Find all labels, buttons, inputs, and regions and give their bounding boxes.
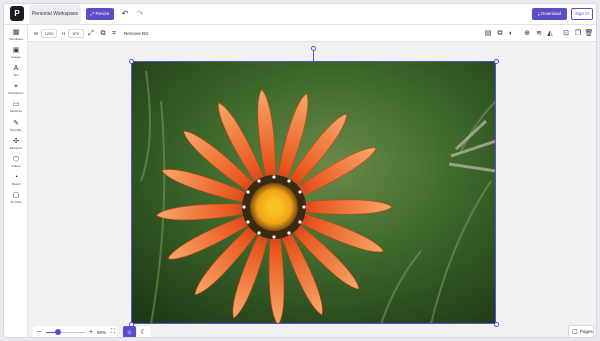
sidebar-item-text[interactable]: A Text bbox=[4, 64, 28, 81]
sidebar-item-cubes[interactable]: ⬡ Cubes bbox=[4, 155, 28, 172]
duplicate-frame-icon[interactable]: ⧉ bbox=[495, 28, 505, 39]
rotate-handle[interactable] bbox=[311, 46, 316, 51]
sidebar-item-label: Cubes bbox=[11, 164, 21, 168]
sidebar-item-label: Text bbox=[13, 73, 19, 77]
delete-icon[interactable]: 🗑 bbox=[584, 28, 594, 39]
workspace-selector[interactable]: Personal Workspace bbox=[29, 5, 81, 24]
opacity-icon[interactable]: ◐ bbox=[506, 28, 516, 39]
sidebar-item-label: Elements bbox=[9, 146, 23, 150]
folder-icon: ▢ bbox=[12, 192, 20, 199]
height-label: H bbox=[62, 31, 66, 36]
redo-icon[interactable]: ↷ bbox=[135, 8, 145, 20]
fit-screen-icon[interactable]: ⛶ bbox=[109, 326, 117, 337]
copy-icon[interactable]: ❐ bbox=[573, 28, 583, 39]
undo-icon[interactable]: ↶ bbox=[120, 8, 130, 20]
resize-handle-bottom-right[interactable] bbox=[494, 322, 499, 327]
resize-label: Resize bbox=[95, 11, 110, 16]
replace-image-icon[interactable]: ⧉ bbox=[98, 28, 108, 39]
sidebar-item-label: Brand bbox=[11, 182, 20, 186]
sidebar-item-templates[interactable]: ▦ Templates bbox=[4, 28, 28, 45]
properties-toolbar: W 1200 H 870 ⤢ ⧉ ⌗ Remove BG ▤ ⧉ ◐ ⊕ ≋ ◭… bbox=[28, 25, 596, 42]
zoom-control: − + 86% ⛶ bbox=[33, 326, 117, 337]
pages-label: Pages bbox=[580, 329, 593, 334]
app-logo[interactable]: P bbox=[10, 6, 24, 21]
filter-icon[interactable]: ▤ bbox=[483, 28, 493, 39]
sidebar-item-mockups[interactable]: ▭ Mockups bbox=[4, 100, 28, 117]
resize-handle-top-left[interactable] bbox=[129, 59, 134, 64]
dark-mode-button[interactable]: ☾ bbox=[137, 326, 150, 337]
sidebar-item-label: Images bbox=[11, 55, 21, 59]
text-icon: A bbox=[13, 65, 19, 72]
cubes-icon: ⬡ bbox=[12, 156, 20, 163]
canvas-area[interactable]: − + 86% ⛶ ☼ ☾ ▢ Pages bbox=[28, 42, 596, 337]
sidebar-item-label: Brandify bbox=[10, 128, 22, 132]
top-bar: P Personal Workspace ⤢ Resize ↶ ↷ ⤓ Down… bbox=[4, 4, 596, 25]
templates-icon: ▦ bbox=[12, 29, 20, 36]
zoom-in-button[interactable]: + bbox=[87, 326, 95, 337]
brand-icon: ◔ bbox=[13, 174, 19, 181]
download-button[interactable]: ⤓ Download bbox=[532, 8, 567, 20]
light-mode-button[interactable]: ☼ bbox=[123, 326, 136, 337]
pages-icon: ▢ bbox=[572, 329, 578, 335]
zoom-out-button[interactable]: − bbox=[35, 326, 43, 337]
layers-icon[interactable]: ≋ bbox=[534, 28, 544, 39]
illustrations-icon: ⌖ bbox=[14, 83, 18, 90]
elements-icon: ✣ bbox=[13, 138, 19, 145]
sidebar-item-label: My Files bbox=[10, 200, 22, 204]
sidebar-item-label: Templates bbox=[9, 37, 23, 41]
sidebar-item-my-files[interactable]: ▢ My Files bbox=[4, 191, 28, 208]
expand-icon[interactable]: ⤢ bbox=[86, 28, 96, 39]
sidebar-item-label: Mockups bbox=[9, 109, 22, 113]
rotate-handle-line bbox=[313, 50, 314, 61]
mockups-icon: ▭ bbox=[12, 101, 20, 108]
align-icon[interactable]: ⊕ bbox=[522, 28, 532, 39]
sidebar: ▦ Templates ▣ Images A Text ⌖ Illustrati… bbox=[4, 25, 28, 337]
brandify-icon: ✎ bbox=[13, 120, 19, 127]
resize-button[interactable]: ⤢ Resize bbox=[86, 8, 114, 20]
sidebar-item-brand[interactable]: ◔ Brand bbox=[4, 173, 28, 190]
width-label: W bbox=[34, 31, 39, 36]
sidebar-item-label: Illustrations bbox=[8, 91, 24, 95]
sidebar-item-images[interactable]: ▣ Images bbox=[4, 46, 28, 63]
crop-icon[interactable]: ⌗ bbox=[109, 28, 119, 39]
download-label: Download bbox=[541, 11, 562, 16]
sidebar-item-brandify[interactable]: ✎ Brandify bbox=[4, 119, 28, 136]
zoom-slider-handle[interactable] bbox=[55, 329, 61, 335]
sidebar-item-elements[interactable]: ✣ Elements bbox=[4, 137, 28, 154]
remove-bg-button[interactable]: Remove BG bbox=[124, 25, 149, 42]
zoom-value: 86% bbox=[97, 330, 107, 335]
selection-frame bbox=[131, 61, 496, 324]
sign-in-button[interactable]: Sign In bbox=[571, 8, 593, 20]
pages-button[interactable]: ▢ Pages bbox=[568, 325, 594, 337]
lock-icon[interactable]: ⊡ bbox=[561, 28, 571, 39]
width-input[interactable]: 1200 bbox=[41, 29, 57, 38]
app-window: P Personal Workspace ⤢ Resize ↶ ↷ ⤓ Down… bbox=[3, 3, 597, 338]
resize-handle-top-right[interactable] bbox=[494, 59, 499, 64]
height-input[interactable]: 870 bbox=[68, 29, 84, 38]
image-icon: ▣ bbox=[12, 47, 20, 54]
flip-icon[interactable]: ◭ bbox=[545, 28, 555, 39]
sidebar-item-illustrations[interactable]: ⌖ Illustrations bbox=[4, 82, 28, 99]
